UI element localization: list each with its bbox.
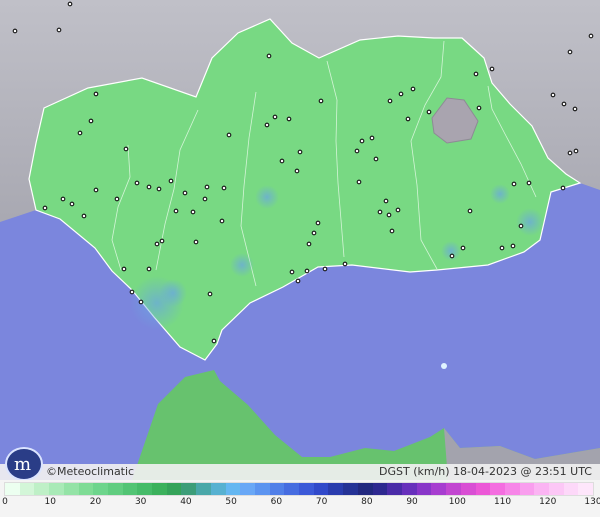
andalusia-wind-map: [0, 0, 600, 480]
legend-swatch-32: [475, 483, 491, 495]
legend-tick-110: 110: [493, 497, 512, 507]
legend-swatch-21: [313, 483, 329, 495]
legend-tick-130: 130: [584, 497, 600, 507]
legend-swatch-13: [196, 483, 211, 495]
legend-swatch-9: [137, 483, 153, 495]
legend-tick-20: 20: [89, 497, 102, 507]
legend-swatch-35: [519, 483, 535, 495]
map-caption: ©Meteoclimatic DGST (km/h) 18-04-2023 @ …: [0, 464, 600, 480]
legend-swatch-28: [416, 483, 432, 495]
legend-swatch-37: [549, 483, 564, 495]
legend-swatch-15: [225, 483, 241, 495]
legend-tick-10: 10: [44, 497, 56, 507]
scale-labels: 0 10 20 30 40 50 60 70 80 90 100 110 120 130: [0, 497, 600, 515]
legend-swatch-20: [299, 483, 314, 495]
legend-swatch-2: [34, 483, 50, 495]
legend-tick-50: 50: [225, 497, 237, 507]
legend-tick-100: 100: [448, 497, 466, 507]
legend-swatch-8: [122, 483, 138, 495]
legend-swatch-6: [93, 483, 108, 495]
map-stage: ©Meteoclimatic DGST (km/h) 18-04-2023 @ …: [0, 0, 600, 517]
legend-swatch-25: [372, 483, 388, 495]
wind-legend: 0 10 20 30 40 50 60 70 80 90 100 110 120 130: [0, 480, 600, 517]
legend-swatch-0: [5, 483, 20, 495]
legend-swatch-3: [49, 483, 64, 495]
legend-swatch-19: [284, 483, 300, 495]
meteoclimatic-logo: m: [5, 447, 43, 481]
legend-swatch-23: [343, 483, 358, 495]
color-scale: [4, 482, 594, 496]
legend-swatch-36: [534, 483, 550, 495]
legend-swatch-11: [166, 483, 182, 495]
isla-de-alboran: [441, 363, 447, 369]
legend-tick-40: 40: [180, 497, 192, 507]
legend-swatch-1: [19, 483, 35, 495]
legend-tick-120: 120: [539, 497, 557, 507]
legend-swatch-30: [446, 483, 461, 495]
legend-swatch-14: [210, 483, 226, 495]
legend-swatch-5: [78, 483, 94, 495]
legend-tick-60: 60: [270, 497, 283, 507]
credit-text: ©Meteoclimatic: [46, 465, 135, 478]
timestamp-status: DGST (km/h) 18-04-2023 @ 23:51 UTC: [379, 465, 592, 478]
legend-tick-90: 90: [406, 497, 418, 507]
legend-swatch-12: [181, 483, 197, 495]
legend-swatch-10: [152, 483, 167, 495]
legend-swatch-33: [490, 483, 505, 495]
legend-swatch-26: [387, 483, 402, 495]
legend-swatch-4: [63, 483, 79, 495]
legend-swatch-29: [431, 483, 447, 495]
legend-swatch-18: [269, 483, 285, 495]
legend-swatch-27: [401, 483, 417, 495]
legend-swatch-24: [357, 483, 373, 495]
legend-swatch-39: [578, 483, 594, 495]
legend-swatch-7: [107, 483, 123, 495]
legend-tick-0: 0: [2, 497, 8, 507]
legend-tick-30: 30: [134, 497, 147, 507]
legend-swatch-22: [328, 483, 344, 495]
legend-swatch-38: [563, 483, 579, 495]
legend-swatch-34: [504, 483, 520, 495]
legend-tick-80: 80: [361, 497, 373, 507]
legend-swatch-16: [240, 483, 255, 495]
legend-swatch-31: [460, 483, 476, 495]
legend-swatch-17: [254, 483, 270, 495]
legend-tick-70: 70: [315, 497, 328, 507]
